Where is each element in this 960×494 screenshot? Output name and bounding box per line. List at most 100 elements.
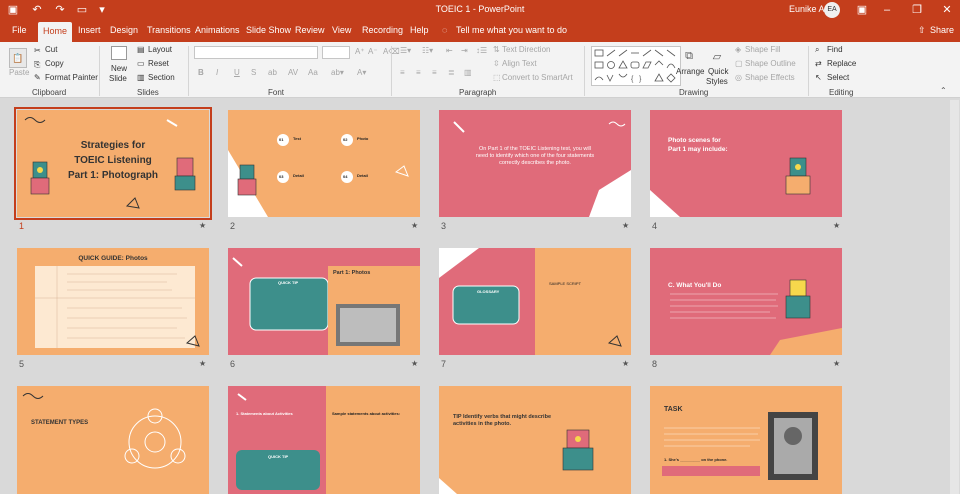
- text-direction-icon[interactable]: ⇅: [493, 45, 500, 54]
- section-icon[interactable]: ▥: [137, 73, 145, 82]
- ribbon: 📋 Paste ✂ Cut ⎘ Copy ✎ Format Painter Cl…: [0, 42, 960, 98]
- arrange-button[interactable]: Arrange: [676, 67, 704, 76]
- font-size-input[interactable]: [322, 46, 350, 59]
- new-slide-icon[interactable]: [111, 46, 127, 60]
- slide-thumbnail[interactable]: C. What You'll Do: [650, 248, 842, 355]
- justify-icon[interactable]: ≣: [448, 68, 455, 77]
- select-button[interactable]: Select: [827, 73, 849, 82]
- section-button[interactable]: Section: [148, 73, 175, 82]
- increase-indent-icon[interactable]: ⇥: [461, 46, 468, 55]
- font-color-icon[interactable]: A▾: [357, 68, 366, 77]
- align-center-icon[interactable]: ≡: [416, 68, 421, 77]
- decrease-indent-icon[interactable]: ⇤: [446, 46, 453, 55]
- share-button[interactable]: Share: [930, 25, 954, 35]
- replace-button[interactable]: Replace: [827, 59, 856, 68]
- slide-title: 1. Statements about Activities: [236, 411, 293, 416]
- slide-thumbnail[interactable]: Strategies for TOEIC Listening Part 1: P…: [14, 107, 212, 220]
- tab-review[interactable]: Review: [295, 25, 325, 35]
- tab-transitions[interactable]: Transitions: [147, 25, 191, 35]
- minimize-icon[interactable]: –: [880, 3, 894, 17]
- bold-button[interactable]: B: [198, 68, 204, 77]
- user-name[interactable]: Eunike A: [789, 4, 825, 14]
- tab-insert[interactable]: Insert: [78, 25, 101, 35]
- shadow-icon[interactable]: ab: [268, 68, 277, 77]
- copy-button[interactable]: Copy: [45, 59, 64, 68]
- slide-thumbnail[interactable]: Photo scenes for Part 1 may include:: [650, 110, 842, 217]
- format-painter-button[interactable]: Format Painter: [45, 73, 98, 82]
- quick-styles-icon[interactable]: ▱: [708, 50, 726, 66]
- highlight-icon[interactable]: ab▾: [331, 68, 344, 77]
- paste-icon[interactable]: 📋: [9, 48, 27, 68]
- replace-icon[interactable]: ⇄: [815, 59, 822, 68]
- quick-styles-button[interactable]: Quick: [708, 67, 728, 76]
- new-slide-label[interactable]: Slide: [109, 74, 127, 83]
- share-icon[interactable]: ⇧: [918, 25, 926, 36]
- tab-help[interactable]: Help: [410, 25, 429, 35]
- columns-icon[interactable]: ▥: [464, 68, 472, 77]
- strikethrough-button[interactable]: S: [251, 68, 256, 77]
- tell-me-search[interactable]: Tell me what you want to do: [456, 25, 567, 35]
- format-painter-icon[interactable]: ✎: [34, 73, 41, 82]
- tab-design[interactable]: Design: [110, 25, 138, 35]
- shape-fill-icon[interactable]: ◈: [735, 45, 741, 54]
- align-text-button[interactable]: Align Text: [502, 59, 537, 68]
- shrink-font-icon[interactable]: A⁻: [368, 47, 378, 56]
- collapse-ribbon-icon[interactable]: ⌃: [940, 86, 947, 95]
- avatar[interactable]: EA: [824, 2, 840, 18]
- numbering-icon[interactable]: ☷▾: [422, 46, 433, 55]
- slide-thumbnail[interactable]: On Part 1 of the TOEIC Listening test, y…: [439, 110, 631, 217]
- ribbon-display-icon[interactable]: ▣: [855, 3, 869, 17]
- convert-smartart-button[interactable]: Convert to SmartArt: [502, 73, 573, 82]
- font-name-input[interactable]: [194, 46, 318, 59]
- new-slide-button[interactable]: New: [111, 64, 127, 73]
- tab-view[interactable]: View: [332, 25, 351, 35]
- slide-thumbnail[interactable]: QUICK GUIDE: Photos: [17, 248, 209, 355]
- slide-thumbnail[interactable]: GLOSSARY SAMPLE SCRIPT: [439, 248, 631, 355]
- shape-outline-button[interactable]: Shape Outline: [745, 59, 796, 68]
- slide-thumbnail[interactable]: 1. Statements about Activities QUICK TIP…: [228, 386, 420, 494]
- tab-animations[interactable]: Animations: [195, 25, 240, 35]
- slide-thumbnail[interactable]: TASK 1. She's _________ on the phone.: [650, 386, 842, 494]
- select-icon[interactable]: ↖: [815, 73, 822, 82]
- cut-icon[interactable]: ✂: [34, 46, 41, 55]
- shape-effects-icon[interactable]: ◎: [735, 73, 742, 82]
- line-spacing-icon[interactable]: ↕☰: [476, 46, 487, 55]
- reset-button[interactable]: Reset: [148, 59, 169, 68]
- shape-fill-button[interactable]: Shape Fill: [745, 45, 781, 54]
- shapes-gallery[interactable]: {}: [591, 46, 681, 86]
- layout-icon[interactable]: ▤: [137, 45, 145, 54]
- tab-home[interactable]: Home: [38, 22, 73, 42]
- tab-recording[interactable]: Recording: [362, 25, 403, 35]
- layout-button[interactable]: Layout: [148, 45, 172, 54]
- grow-font-icon[interactable]: A⁺: [355, 47, 365, 56]
- shape-outline-icon[interactable]: ▢: [735, 59, 743, 68]
- arrange-icon[interactable]: ⧉: [680, 50, 698, 66]
- shape-effects-button[interactable]: Shape Effects: [745, 73, 795, 82]
- cut-button[interactable]: Cut: [45, 45, 57, 54]
- quick-styles-label[interactable]: Styles: [706, 77, 728, 86]
- copy-icon[interactable]: ⎘: [34, 60, 40, 70]
- tab-file[interactable]: File: [12, 25, 27, 35]
- align-right-icon[interactable]: ≡: [432, 68, 437, 77]
- text-direction-button[interactable]: Text Direction: [502, 45, 550, 54]
- slide-thumbnail[interactable]: QUICK TIP Part 1: Photos: [228, 248, 420, 355]
- tab-slideshow[interactable]: Slide Show: [246, 25, 291, 35]
- slide-thumbnail[interactable]: TIP Identify verbs that might describe a…: [439, 386, 631, 494]
- bullets-icon[interactable]: ☰▾: [400, 46, 411, 55]
- smartart-icon[interactable]: ⬚: [493, 73, 501, 82]
- align-text-icon[interactable]: ⇳: [493, 59, 500, 68]
- align-left-icon[interactable]: ≡: [400, 68, 405, 77]
- paste-button[interactable]: Paste: [9, 68, 29, 77]
- find-icon[interactable]: ⌕: [815, 45, 819, 55]
- slide-thumbnail[interactable]: STATEMENT TYPES: [17, 386, 209, 494]
- char-spacing-icon[interactable]: AV: [288, 68, 298, 77]
- vertical-scrollbar[interactable]: [950, 100, 959, 494]
- italic-button[interactable]: I: [216, 68, 218, 77]
- close-icon[interactable]: ✕: [940, 3, 954, 17]
- find-button[interactable]: Find: [827, 45, 843, 54]
- slide-thumbnail[interactable]: 01 02 03 04 Test Photo Detail Detail: [228, 110, 420, 217]
- change-case-icon[interactable]: Aa: [308, 68, 318, 77]
- maximize-icon[interactable]: ❐: [910, 3, 924, 17]
- reset-icon[interactable]: ▭: [137, 59, 145, 68]
- underline-button[interactable]: U: [234, 68, 240, 77]
